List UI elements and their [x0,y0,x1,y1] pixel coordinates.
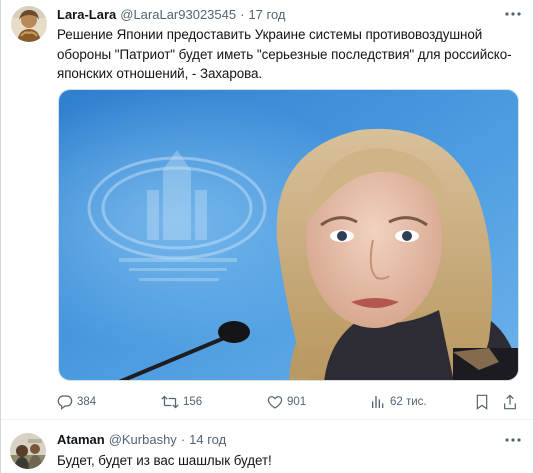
more-options-icon[interactable] [503,6,523,22]
more-options-icon[interactable] [503,432,523,448]
tweet-header: Ataman @Kurbashy · 14 год [57,432,521,448]
reply-button[interactable]: 384 [57,393,96,411]
tweet-photo[interactable] [58,89,519,381]
display-name[interactable]: Lara-Lara [57,7,116,23]
views-button[interactable]: 62 тис. [370,393,427,411]
views-count: 62 тис. [390,396,427,408]
like-button[interactable]: 901 [267,393,306,411]
avatar[interactable] [11,6,47,42]
retweet-button[interactable]: 156 [161,393,202,411]
tweet[interactable]: Lara-Lara @LaraLar93023545 · 17 год Реше… [1,0,533,420]
bookmark-button[interactable] [475,393,489,411]
like-icon [267,394,283,410]
share-icon [503,394,517,410]
user-handle[interactable]: @LaraLar93023545 [120,7,236,23]
tweet-text: Будет, будет из вас шашлык будет! [57,453,272,468]
avatar[interactable] [10,433,46,469]
views-icon [370,394,386,410]
reply-icon [57,394,73,410]
timestamp[interactable]: 14 год [189,432,226,448]
tweet-header: Lara-Lara @LaraLar93023545 · 17 год [57,7,521,23]
timestamp[interactable]: 17 год [248,7,285,23]
tweet-text: Решение Японии предоставить Украине сист… [57,27,512,81]
share-button[interactable] [503,393,517,411]
user-handle[interactable]: @Kurbashy [109,432,177,448]
retweet-count: 156 [183,396,203,408]
timeline: Lara-Lara @LaraLar93023545 · 17 год Реше… [0,0,534,473]
separator-dot: · [180,432,186,447]
tweet-actions: 384 156 901 62 тис. [57,393,523,411]
retweet-icon [161,394,179,410]
tweet[interactable]: Ataman @Kurbashy · 14 год Будет, будет и… [1,420,533,473]
like-count: 901 [287,396,307,408]
bookmark-icon [475,394,489,410]
separator-dot: · [240,7,245,22]
display-name[interactable]: Ataman [57,432,105,448]
reply-count: 384 [77,396,97,408]
